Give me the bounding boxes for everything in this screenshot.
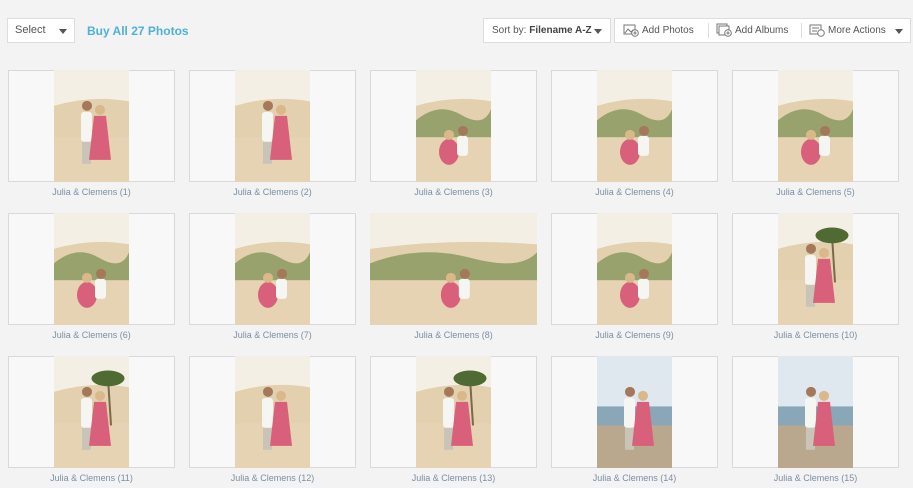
photo-card[interactable] (551, 213, 718, 325)
photo-thumbnail[interactable] (54, 213, 129, 325)
photo-card[interactable] (189, 356, 356, 468)
photo-card[interactable] (370, 70, 537, 182)
photo-caption[interactable]: Julia & Clemens (10) (732, 330, 899, 340)
photo-card[interactable] (189, 70, 356, 182)
photo-caption[interactable]: Julia & Clemens (9) (551, 330, 718, 340)
photo-thumbnail[interactable] (778, 356, 853, 468)
photo-thumbnail[interactable] (235, 356, 310, 468)
photo-thumbnail[interactable] (416, 356, 491, 468)
photo-card[interactable] (551, 356, 718, 468)
photo-thumbnail[interactable] (370, 213, 537, 325)
photo-card[interactable] (189, 213, 356, 325)
photo-caption[interactable]: Julia & Clemens (2) (189, 187, 356, 197)
photo-caption[interactable]: Julia & Clemens (11) (8, 473, 175, 483)
photo-caption[interactable]: Julia & Clemens (3) (370, 187, 537, 197)
photo-thumbnail[interactable] (597, 70, 672, 182)
photo-caption[interactable]: Julia & Clemens (5) (732, 187, 899, 197)
photo-caption[interactable]: Julia & Clemens (1) (8, 187, 175, 197)
photo-caption[interactable]: Julia & Clemens (15) (732, 473, 899, 483)
photo-card[interactable] (732, 70, 899, 182)
photo-thumbnail[interactable] (597, 213, 672, 325)
photo-thumbnail[interactable] (778, 70, 853, 182)
photo-caption[interactable]: Julia & Clemens (7) (189, 330, 356, 340)
photo-card[interactable] (8, 70, 175, 182)
photo-caption[interactable]: Julia & Clemens (12) (189, 473, 356, 483)
photo-card[interactable] (370, 213, 537, 325)
photo-thumbnail[interactable] (54, 356, 129, 468)
photo-thumbnail[interactable] (54, 70, 129, 182)
photo-caption[interactable]: Julia & Clemens (14) (551, 473, 718, 483)
photo-card[interactable] (370, 356, 537, 468)
photo-caption[interactable]: Julia & Clemens (8) (370, 330, 537, 340)
photo-caption[interactable]: Julia & Clemens (4) (551, 187, 718, 197)
photo-thumbnail[interactable] (778, 213, 853, 325)
photo-grid: Julia & Clemens (1) Julia & Clemens (2) Ju… (0, 0, 913, 488)
photo-card[interactable] (8, 356, 175, 468)
photo-caption[interactable]: Julia & Clemens (6) (8, 330, 175, 340)
photo-card[interactable] (732, 356, 899, 468)
photo-card[interactable] (8, 213, 175, 325)
photo-thumbnail[interactable] (235, 213, 310, 325)
photo-thumbnail[interactable] (597, 356, 672, 468)
photo-card[interactable] (732, 213, 899, 325)
photo-caption[interactable]: Julia & Clemens (13) (370, 473, 537, 483)
photo-thumbnail[interactable] (416, 70, 491, 182)
photo-thumbnail[interactable] (235, 70, 310, 182)
photo-card[interactable] (551, 70, 718, 182)
